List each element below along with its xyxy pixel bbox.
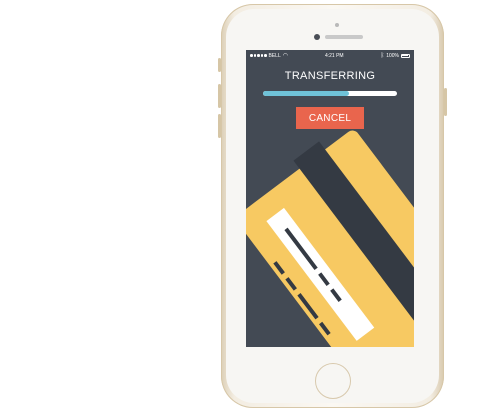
credit-card-icon [246,130,414,347]
volume-up-button [218,84,221,108]
home-button[interactable] [315,363,351,399]
volume-down-button [218,114,221,138]
mute-switch [218,58,221,72]
phone-screen: BELL ◠ 4:21 PM ᛒ 100% TRANSFERRING CANCE… [246,50,414,347]
front-camera [314,34,320,40]
power-button [444,88,447,116]
earpiece-speaker [325,35,363,39]
proximity-sensor [335,23,339,27]
